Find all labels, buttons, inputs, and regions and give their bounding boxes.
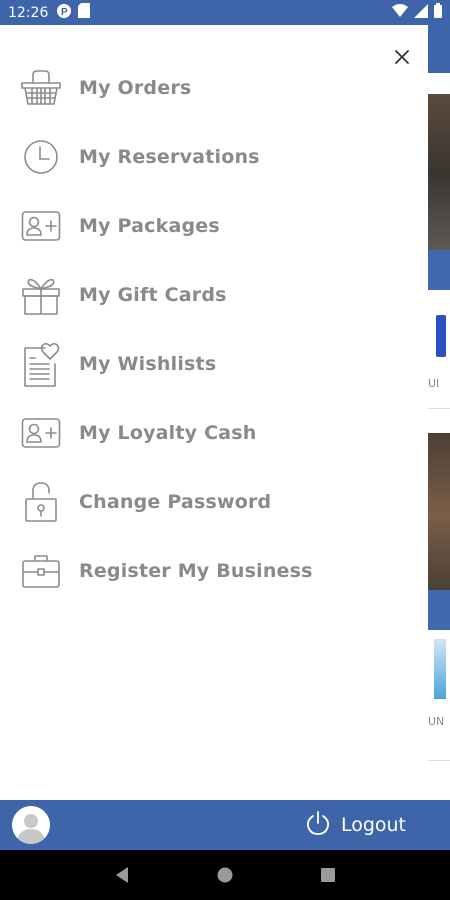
menu-item-label: My Loyalty Cash	[79, 421, 257, 444]
menu-item-register-my-business[interactable]: Register My Business	[0, 536, 428, 605]
back-triangle-icon	[115, 867, 128, 883]
home-button[interactable]	[210, 860, 240, 890]
drawer-footer: Logout	[0, 800, 450, 850]
wishlist-icon	[20, 342, 62, 387]
background-content-peek: UI UN	[428, 25, 450, 800]
svg-text:P: P	[61, 7, 68, 18]
menu-item-label: My Reservations	[79, 145, 260, 168]
status-bar: 12:26 P	[0, 0, 450, 25]
logout-button[interactable]: Logout	[305, 810, 406, 840]
basket-icon	[20, 67, 62, 109]
background-header	[428, 25, 450, 73]
background-banner-2	[428, 590, 450, 630]
app-screen: 12:26 P UI UN My Orders My Reservations …	[0, 0, 450, 900]
background-divider-1	[428, 408, 450, 409]
menu-item-label: My Gift Cards	[79, 283, 227, 306]
background-text-2: UN	[428, 715, 445, 728]
recents-square-icon	[321, 868, 336, 882]
background-product-1	[436, 315, 446, 357]
menu-item-my-gift-cards[interactable]: My Gift Cards	[0, 260, 428, 329]
menu-item-my-orders[interactable]: My Orders	[0, 53, 428, 122]
recents-button[interactable]	[313, 860, 343, 890]
background-product-2	[434, 639, 446, 699]
menu-item-label: My Orders	[79, 76, 192, 99]
background-text-1: UI	[428, 377, 440, 390]
drawer-menu: My Orders My Reservations My Packages My…	[0, 53, 428, 605]
back-button[interactable]	[107, 860, 137, 890]
menu-item-change-password[interactable]: Change Password	[0, 467, 428, 536]
battery-icon	[434, 3, 442, 22]
wifi-icon	[392, 3, 408, 22]
gift-icon	[20, 274, 62, 316]
status-time: 12:26	[8, 4, 49, 21]
background-banner-1	[428, 250, 450, 290]
system-navigation-bar	[0, 850, 450, 900]
navigation-drawer: My Orders My Reservations My Packages My…	[0, 25, 428, 800]
add-user-card-icon	[20, 412, 62, 454]
menu-item-my-loyalty-cash[interactable]: My Loyalty Cash	[0, 398, 428, 467]
signal-icon	[414, 3, 428, 22]
notification-p-icon: P	[56, 3, 72, 23]
home-circle-icon	[217, 867, 233, 883]
menu-item-label: Change Password	[79, 490, 272, 513]
power-icon	[305, 810, 331, 840]
unlock-icon	[20, 481, 62, 523]
menu-item-my-packages[interactable]: My Packages	[0, 191, 428, 260]
user-avatar-icon	[12, 806, 50, 844]
background-image-2	[428, 433, 450, 613]
menu-item-label: My Wishlists	[79, 352, 217, 375]
menu-item-label: My Packages	[79, 214, 220, 237]
menu-item-my-wishlists[interactable]: My Wishlists	[0, 329, 428, 398]
menu-item-my-reservations[interactable]: My Reservations	[0, 122, 428, 191]
add-user-card-icon	[20, 205, 62, 247]
avatar[interactable]	[12, 806, 50, 844]
logout-label: Logout	[340, 814, 406, 836]
briefcase-icon	[20, 550, 62, 592]
background-divider-2	[428, 760, 450, 761]
sd-card-icon	[78, 3, 91, 22]
clock-icon	[20, 136, 62, 178]
menu-item-label: Register My Business	[79, 559, 313, 582]
